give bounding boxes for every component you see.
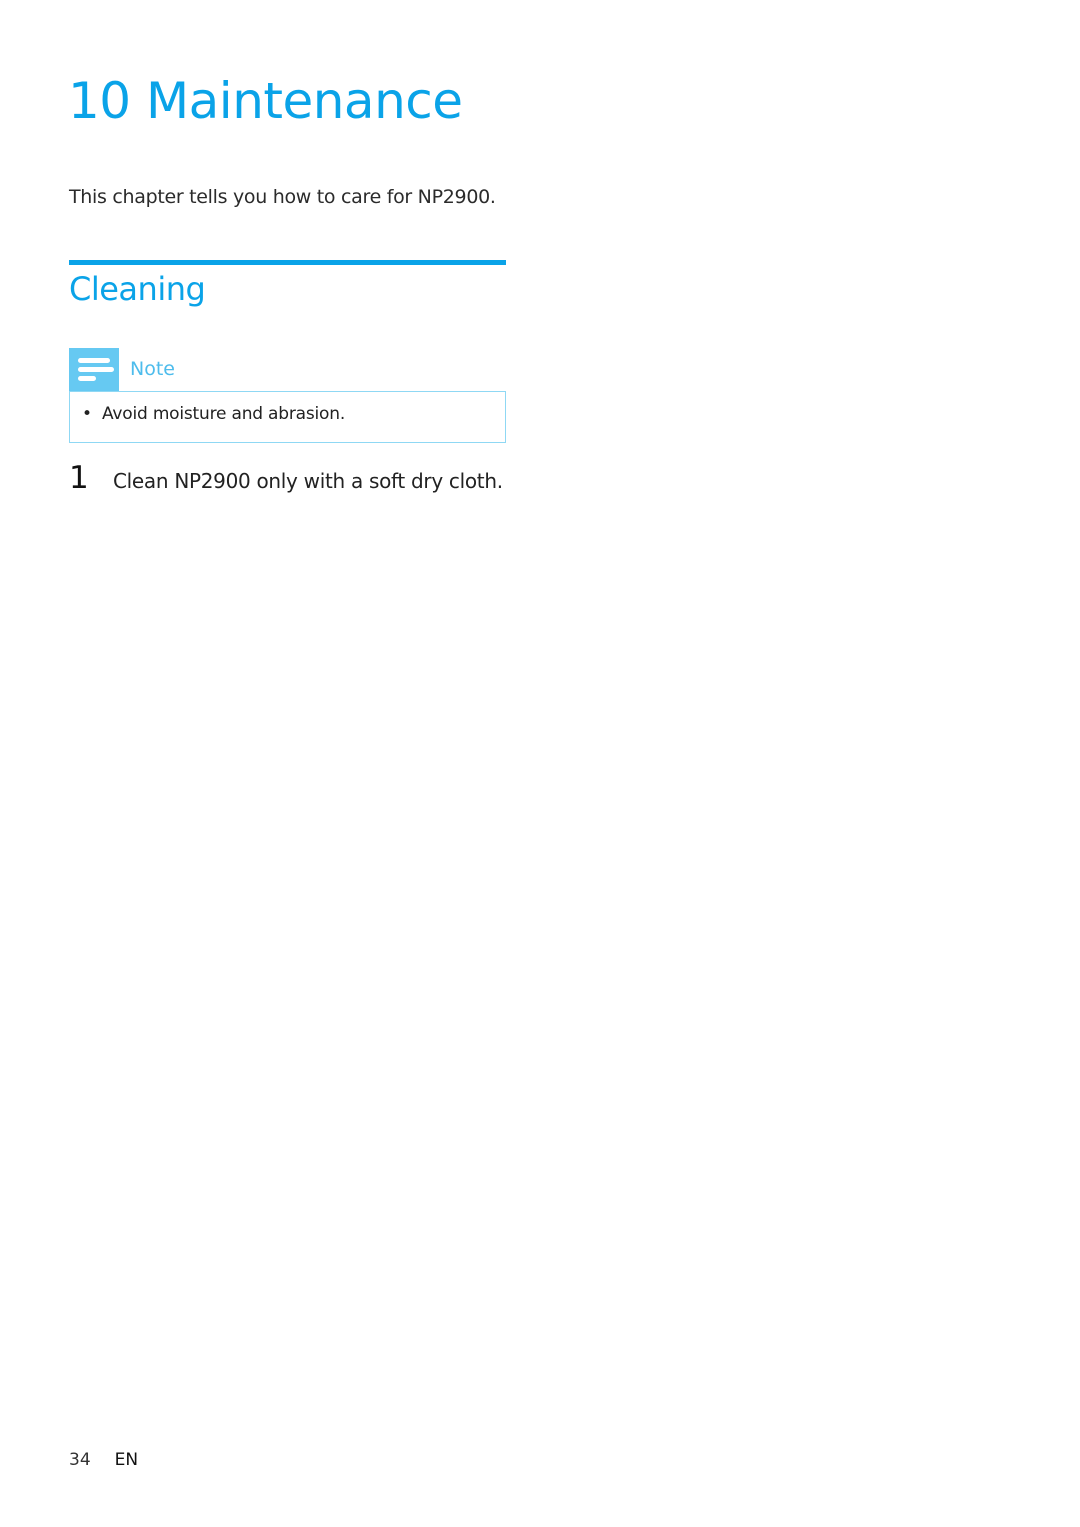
- page-number: 34: [69, 1450, 91, 1470]
- step-number: 1: [69, 460, 89, 496]
- page-footer: 34 EN: [69, 1450, 138, 1470]
- chapter-title: 10 Maintenance: [68, 72, 463, 130]
- note-label: Note: [130, 358, 175, 380]
- note-header: Note: [69, 348, 506, 391]
- note-item: Avoid moisture and abrasion.: [102, 404, 346, 424]
- note-lines-icon: [69, 348, 119, 391]
- section-title: Cleaning: [69, 270, 206, 308]
- note-box: Note • Avoid moisture and abrasion.: [69, 348, 506, 443]
- bullet-icon: •: [82, 404, 93, 424]
- note-body: • Avoid moisture and abrasion.: [69, 391, 506, 443]
- chapter-intro: This chapter tells you how to care for N…: [69, 186, 496, 208]
- step-text: Clean NP2900 only with a soft dry cloth.: [113, 469, 503, 493]
- language-code: EN: [114, 1450, 139, 1470]
- section-divider: [69, 260, 506, 265]
